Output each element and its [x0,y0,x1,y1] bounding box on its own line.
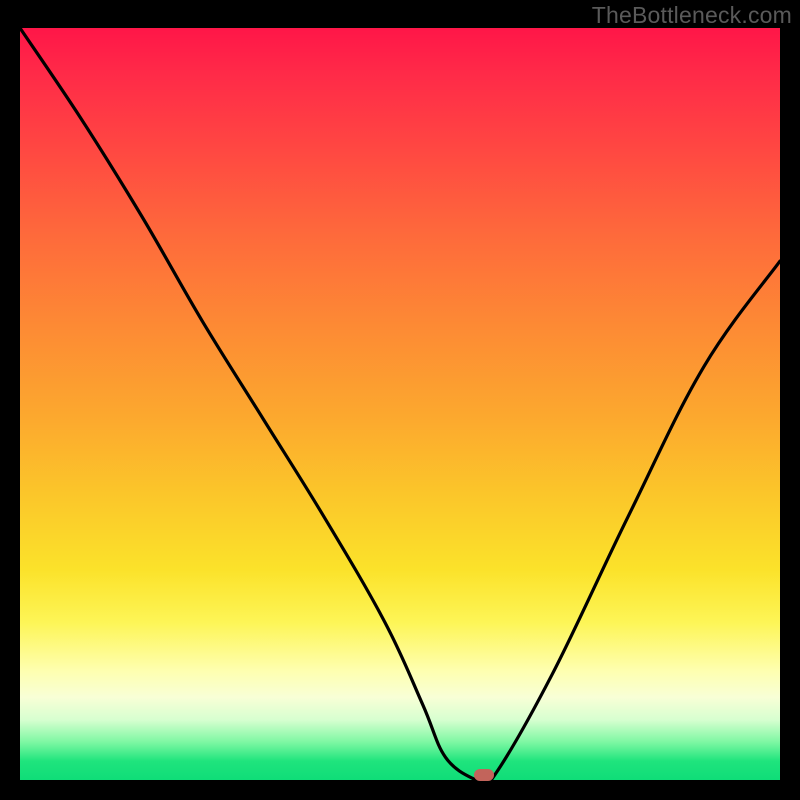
optimum-marker [474,769,494,781]
plot-area [20,28,780,780]
chart-frame: TheBottleneck.com [0,0,800,800]
curve-svg [20,28,780,780]
watermark-label: TheBottleneck.com [592,2,792,29]
bottleneck-curve-path [20,28,780,780]
